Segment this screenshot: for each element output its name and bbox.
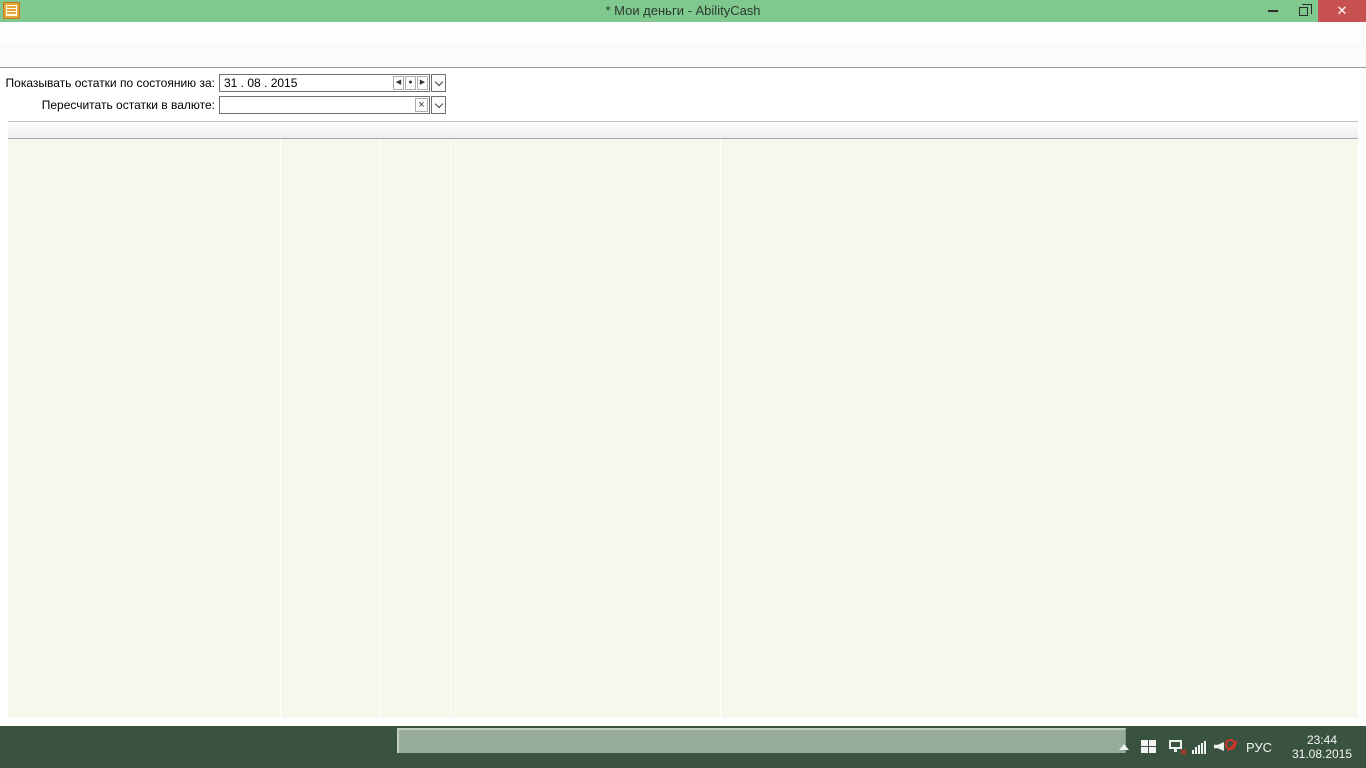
tray-time: 23:44 [1286,733,1358,747]
currency-clear-button[interactable]: × [415,98,428,112]
chevron-down-icon [434,99,442,107]
taskbar-toolbar-band [397,728,1126,753]
menubar [0,22,1366,44]
restore-icon [1299,7,1308,16]
column-separator [720,139,721,718]
volume-muted-icon[interactable] [1214,738,1236,756]
filter-panel: Показывать остатки по состоянию за: 31 .… [0,68,1366,121]
currency-input[interactable]: × [219,96,430,114]
desktop: * Мои деньги - AbilityCash ✕ Показывать … [0,0,1366,768]
tray-clock[interactable]: 23:44 31.08.2015 [1286,733,1358,761]
currency-dropdown-button[interactable] [431,96,446,114]
restore-button[interactable] [1288,0,1318,22]
network-error-icon[interactable]: × [1167,739,1185,756]
tray-expand-icon[interactable] [1119,744,1129,750]
abilitycash-window: * Мои деньги - AbilityCash ✕ Показывать … [0,0,1366,726]
table-body[interactable] [8,139,1358,718]
language-indicator[interactable]: РУС [1246,740,1272,755]
minimize-button[interactable] [1258,0,1288,22]
window-controls: ✕ [1258,0,1366,22]
date-input[interactable]: 31 . 08 . 2015 ◀ ● ▶ [219,74,430,92]
table-header [8,121,1358,139]
column-separator [450,139,451,718]
minimize-icon [1268,10,1278,12]
column-separator [380,139,381,718]
taskbar: × РУС 23:44 31.08.2015 [0,726,1366,768]
date-today-button[interactable]: ● [405,76,416,90]
tray-date: 31.08.2015 [1286,747,1358,761]
date-spinner: ◀ ● ▶ [392,76,428,90]
date-next-button[interactable]: ▶ [417,76,428,90]
window-title: * Мои деньги - AbilityCash [0,0,1366,22]
date-dropdown-button[interactable] [431,74,446,92]
tab-bar [0,44,1366,68]
date-value: 31 . 08 . 2015 [224,75,392,91]
system-tray: × РУС 23:44 31.08.2015 [1119,726,1366,768]
signal-bars-icon[interactable] [1192,740,1206,754]
windows-tray-icon[interactable] [1141,740,1158,755]
date-prev-button[interactable]: ◀ [393,76,404,90]
accounts-table [8,121,1358,718]
close-button[interactable]: ✕ [1318,0,1366,22]
date-filter-label: Показывать остатки по состоянию за: [0,74,215,92]
chevron-down-icon [434,77,442,85]
column-separator [280,139,281,718]
currency-filter-label: Пересчитать остатки в валюте: [0,96,215,114]
titlebar: * Мои деньги - AbilityCash ✕ [0,0,1366,22]
